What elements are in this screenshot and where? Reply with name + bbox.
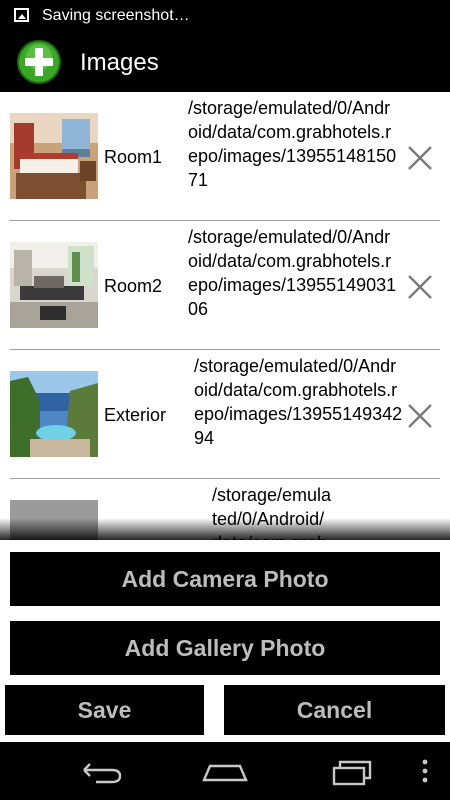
thumbnail-image bbox=[10, 371, 98, 457]
home-icon[interactable] bbox=[200, 756, 250, 786]
cancel-button[interactable]: Cancel bbox=[224, 685, 445, 735]
status-notification-text: Saving screenshot… bbox=[42, 7, 190, 24]
delete-icon[interactable] bbox=[404, 142, 436, 174]
thumbnail-image bbox=[10, 113, 98, 199]
image-path: /storage/emulated/0/Android/data/com.gra… bbox=[194, 356, 403, 448]
navigation-bar bbox=[0, 742, 450, 800]
list-scroll-fade bbox=[0, 518, 450, 540]
status-bar: Saving screenshot… bbox=[0, 0, 450, 32]
overflow-menu-icon[interactable] bbox=[412, 756, 438, 786]
action-bar: Images bbox=[0, 32, 450, 92]
add-camera-photo-button[interactable]: Add Camera Photo bbox=[10, 552, 440, 606]
add-circle-icon[interactable] bbox=[16, 39, 62, 85]
image-label: Room2 bbox=[104, 276, 163, 296]
image-list[interactable]: Room1 /storage/emulated/0/Android/data/c… bbox=[0, 92, 450, 540]
image-label: Room1 bbox=[104, 147, 163, 167]
thumbnail-image bbox=[10, 242, 98, 328]
delete-icon[interactable] bbox=[404, 271, 436, 303]
image-path: /storage/emulated/0/Android/data/com.gra… bbox=[188, 227, 397, 319]
list-item[interactable]: Room2 /storage/emulated/0/Android/data/c… bbox=[10, 221, 440, 350]
image-label: Exterior bbox=[104, 405, 167, 425]
save-button[interactable]: Save bbox=[5, 685, 204, 735]
back-icon[interactable] bbox=[76, 756, 126, 786]
recent-apps-icon[interactable] bbox=[328, 756, 378, 786]
delete-icon[interactable] bbox=[404, 400, 436, 432]
list-item[interactable]: Room1 /storage/emulated/0/Android/data/c… bbox=[10, 92, 440, 221]
image-notification-icon bbox=[14, 8, 29, 22]
page-title: Images bbox=[80, 49, 159, 76]
image-path: /storage/emulated/0/Android/data/com.gra… bbox=[188, 98, 397, 190]
list-item[interactable]: Exterior /storage/emulated/0/Android/dat… bbox=[10, 350, 440, 479]
add-gallery-photo-button[interactable]: Add Gallery Photo bbox=[10, 621, 440, 675]
